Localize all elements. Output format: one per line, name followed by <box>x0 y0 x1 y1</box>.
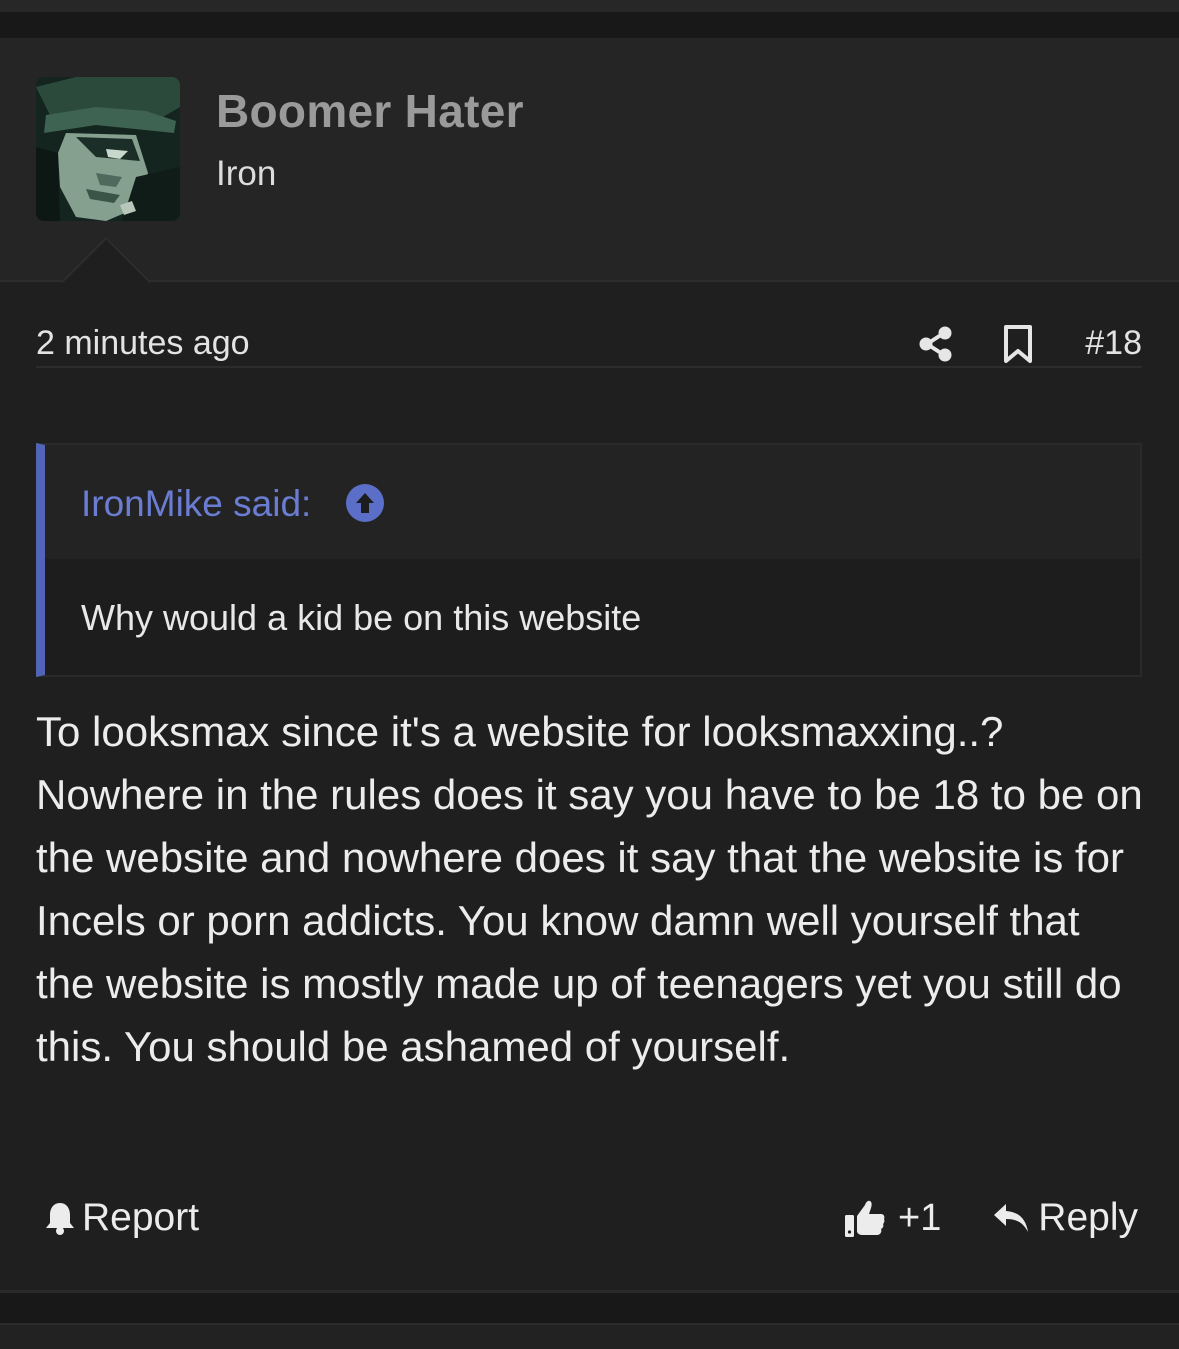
jump-to-quote-icon[interactable] <box>345 483 385 523</box>
thumbs-up-icon <box>844 1197 886 1239</box>
post-gap-bottom <box>0 1293 1179 1323</box>
post-gap <box>0 12 1179 38</box>
bookmark-icon[interactable] <box>1000 324 1036 364</box>
post-user-header: Boomer Hater Iron <box>0 38 1179 282</box>
reply-button[interactable]: Reply <box>992 1192 1138 1244</box>
user-rank: Iron <box>216 154 277 193</box>
quote-block: IronMike said: Why would a kid be on thi… <box>36 443 1142 677</box>
like-button[interactable]: +1 <box>844 1192 941 1244</box>
reply-arrow-icon <box>992 1200 1030 1236</box>
post-meta: 2 minutes ago #18 <box>36 318 1142 372</box>
report-button[interactable]: Report <box>44 1192 199 1244</box>
post-actions: Report +1 Reply <box>36 1188 1142 1248</box>
quote-attribution[interactable]: IronMike said: <box>81 483 311 525</box>
avatar[interactable] <box>36 77 180 221</box>
post-timestamp[interactable]: 2 minutes ago <box>36 324 250 363</box>
reply-label: Reply <box>1038 1196 1138 1239</box>
post-number-link[interactable]: #18 <box>1085 324 1142 363</box>
like-count: +1 <box>898 1196 942 1239</box>
bell-icon <box>44 1200 76 1236</box>
report-label: Report <box>82 1196 200 1239</box>
meta-divider <box>36 366 1142 368</box>
username[interactable]: Boomer Hater <box>216 84 524 138</box>
next-post-edge <box>0 1323 1179 1349</box>
share-icon[interactable] <box>916 324 956 364</box>
post-body: To looksmax since it's a website for loo… <box>36 708 1143 1070</box>
avatar-image <box>36 77 180 221</box>
quote-text: Why would a kid be on this website <box>81 597 642 638</box>
previous-post-edge <box>0 0 1179 12</box>
quote-header: IronMike said: <box>45 445 1140 559</box>
